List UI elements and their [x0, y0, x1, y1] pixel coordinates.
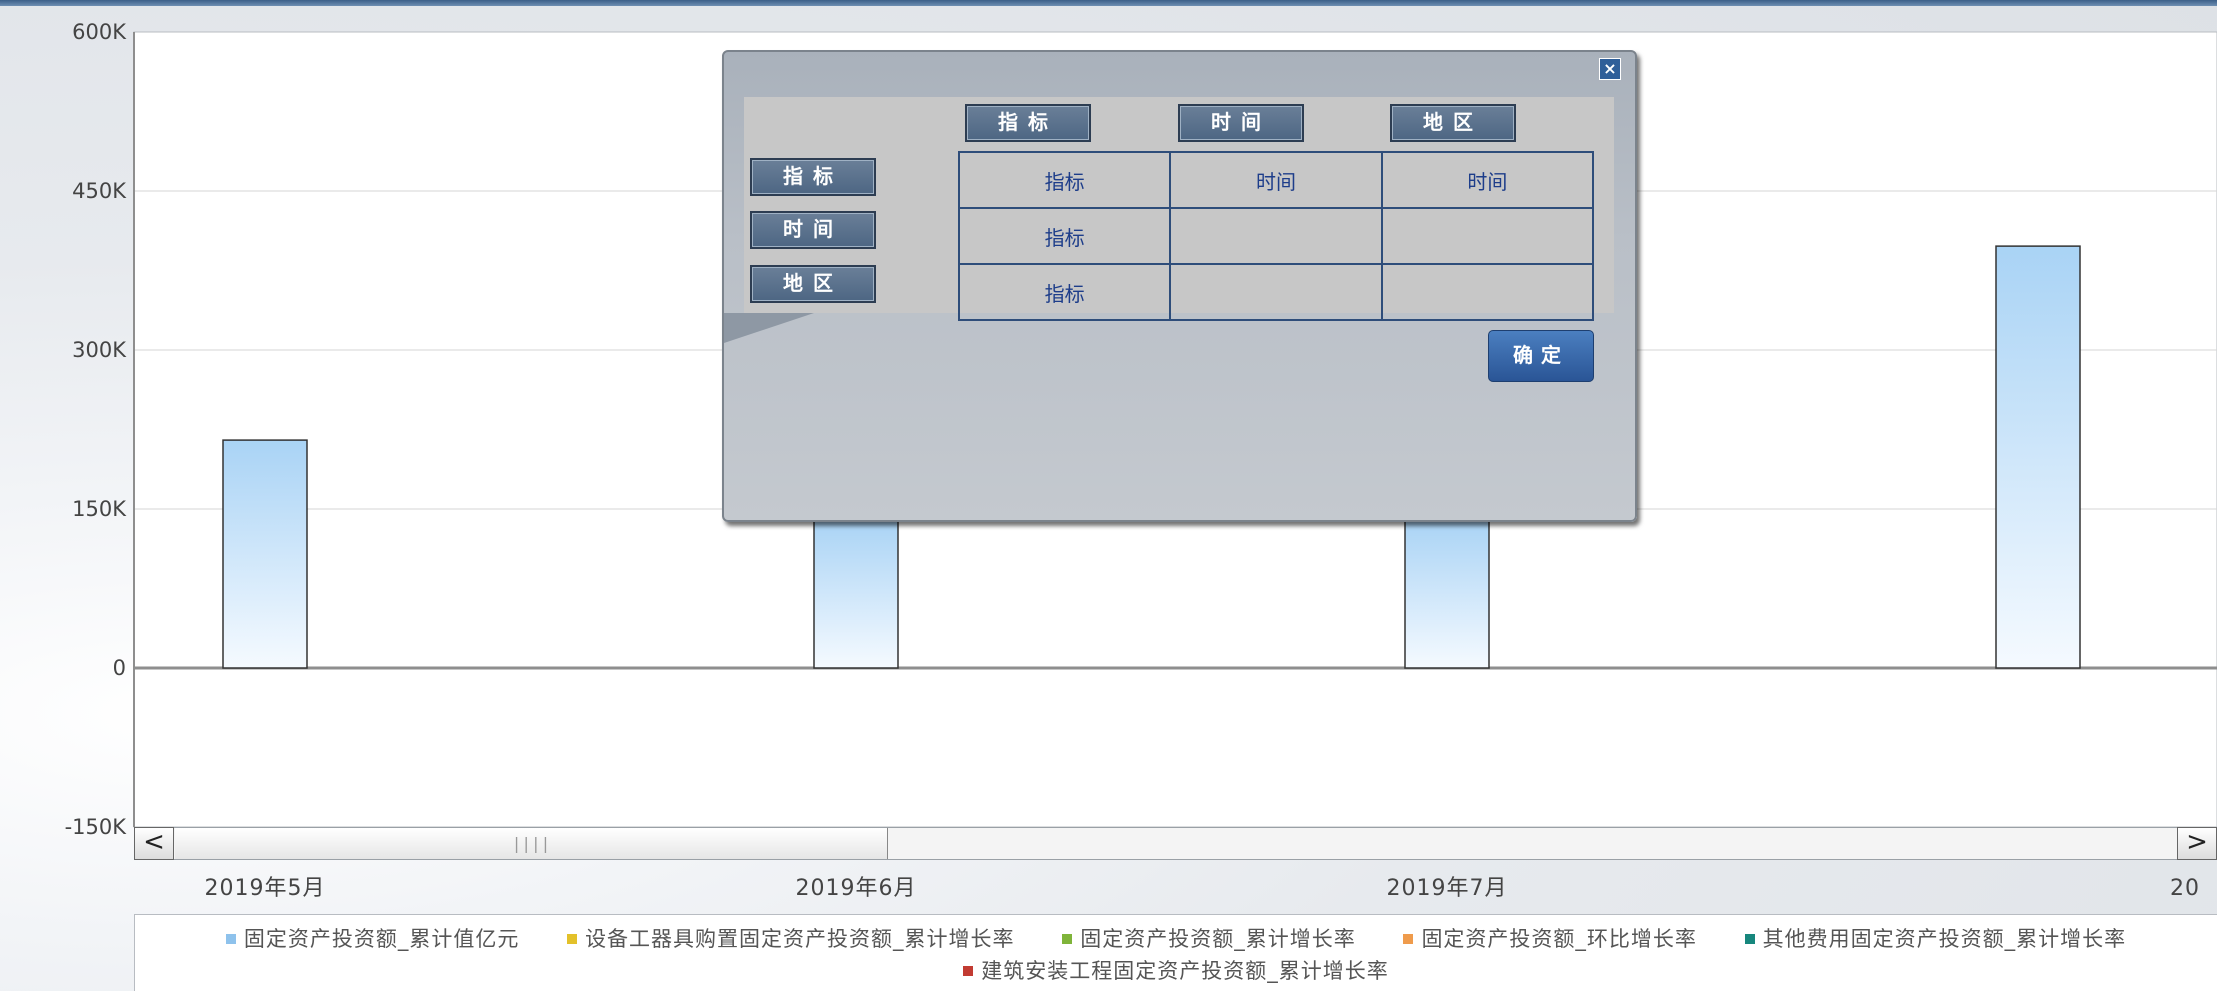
bar[interactable]: [1404, 518, 1490, 669]
dimension-grid: 指标 时间 时间 指标 指标: [957, 151, 1595, 321]
row-header-time-button[interactable]: 时间: [750, 211, 876, 249]
grid-cell[interactable]: 指标: [957, 207, 1172, 265]
legend-item[interactable]: 固定资产投资额_累计增长率: [1062, 923, 1356, 955]
y-tick-label: 150K: [72, 497, 127, 521]
y-axis-ticks: 600K 450K 300K 150K 0 -150K: [65, 20, 128, 839]
scroll-right-button[interactable]: >: [2177, 827, 2217, 860]
grid-cell[interactable]: 指标: [957, 151, 1172, 209]
legend-swatch-icon: [1403, 934, 1414, 944]
table-row: 指标 时间 时间: [957, 151, 1595, 209]
grid-cell[interactable]: 时间: [1169, 151, 1383, 209]
grid-cell[interactable]: 时间: [1380, 151, 1595, 209]
bar[interactable]: [813, 518, 899, 669]
x-tick-label: 20: [2170, 876, 2200, 901]
col-header-indicator-button[interactable]: 指标: [965, 104, 1091, 142]
legend-item[interactable]: 建筑安装工程固定资产投资额_累计增长率: [963, 955, 1389, 987]
chart-scrollbar[interactable]: < |||| >: [134, 827, 2217, 860]
x-tick-label: 2019年5月: [205, 876, 326, 901]
legend-swatch-icon: [1744, 934, 1755, 944]
scroll-left-button[interactable]: <: [134, 827, 174, 860]
legend-item[interactable]: 设备工器具购置固定资产投资额_累计增长率: [567, 923, 1015, 955]
dialog-corner-decoration: [724, 313, 814, 343]
grid-cell[interactable]: [1380, 207, 1595, 265]
table-row: 指标: [957, 263, 1595, 321]
legend-item[interactable]: 固定资产投资额_环比增长率: [1403, 923, 1697, 955]
col-header-region-button[interactable]: 地区: [1390, 104, 1516, 142]
y-tick-label: 300K: [72, 338, 127, 362]
col-header-time-button[interactable]: 时间: [1178, 104, 1304, 142]
chart-legend: 固定资产投资额_累计值亿元 设备工器具购置固定资产投资额_累计增长率 固定资产投…: [134, 914, 2217, 991]
confirm-button[interactable]: 确定: [1488, 330, 1594, 382]
y-tick-label: 0: [113, 656, 126, 680]
x-tick-label: 2019年6月: [796, 876, 917, 901]
scroll-thumb[interactable]: ||||: [175, 828, 888, 859]
y-tick-label: 450K: [72, 179, 127, 203]
y-tick-label: 600K: [72, 20, 127, 44]
legend-item[interactable]: 固定资产投资额_累计值亿元: [225, 923, 520, 955]
legend-swatch-icon: [963, 966, 974, 976]
legend-swatch-icon: [1062, 934, 1073, 944]
table-row: 指标: [957, 207, 1595, 265]
legend-item[interactable]: 其他费用固定资产投资额_累计增长率: [1744, 927, 2127, 951]
dimension-dialog: × 指标 时间 地区 指标 时间 地区 指标 时间 时间 指标 指标 确定: [722, 50, 1637, 522]
y-tick-label: -150K: [65, 815, 128, 839]
grid-cell[interactable]: [1169, 207, 1383, 265]
grid-cell[interactable]: [1169, 263, 1383, 321]
bar[interactable]: [222, 439, 308, 669]
row-header-region-button[interactable]: 地区: [750, 265, 876, 303]
legend-swatch-icon: [567, 934, 578, 944]
bar[interactable]: [1995, 245, 2081, 669]
grid-cell[interactable]: [1380, 263, 1595, 321]
row-header-indicator-button[interactable]: 指标: [750, 158, 876, 196]
grid-cell[interactable]: 指标: [957, 263, 1172, 321]
x-axis-ticks: 2019年5月 2019年6月 2019年7月 20: [205, 876, 2200, 901]
close-icon[interactable]: ×: [1599, 58, 1621, 80]
x-tick-label: 2019年7月: [1387, 876, 1508, 901]
legend-swatch-icon: [225, 934, 236, 944]
